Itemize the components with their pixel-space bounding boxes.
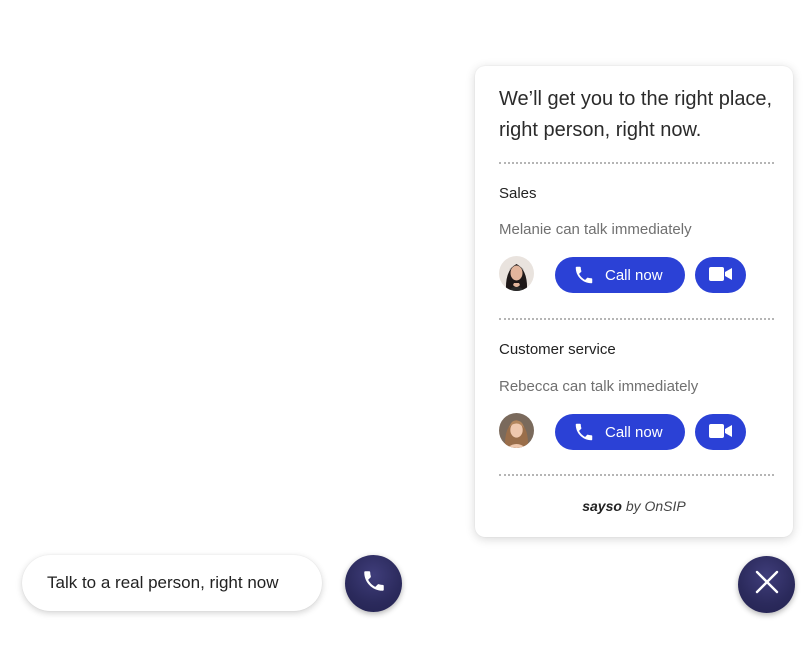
video-call-button-sales[interactable] — [695, 257, 746, 293]
phone-icon — [361, 568, 387, 599]
avatar — [499, 256, 534, 291]
headline-line-1: We’ll get you to the right place, — [499, 88, 773, 110]
close-icon — [754, 569, 780, 600]
stage: We’ll get you to the right place, right p… — [0, 0, 812, 657]
brand-name: sayso — [582, 498, 622, 514]
divider — [499, 162, 774, 164]
call-launcher-button[interactable] — [345, 555, 402, 612]
call-now-button-sales[interactable]: Call now — [555, 257, 685, 293]
phone-icon — [573, 421, 595, 443]
contact-panel: We’ll get you to the right place, right p… — [475, 66, 793, 537]
close-button[interactable] — [738, 556, 795, 613]
phone-icon — [573, 264, 595, 286]
brand-footer: sayso by OnSIP — [475, 498, 793, 514]
video-camera-icon — [708, 266, 733, 285]
divider — [499, 474, 774, 476]
call-now-button-customer-service[interactable]: Call now — [555, 414, 685, 450]
availability-text-customer-service: Rebecca can talk immediately — [499, 378, 699, 395]
brand-byline: by OnSIP — [621, 498, 686, 514]
availability-text-sales: Melanie can talk immediately — [499, 221, 692, 238]
call-now-label: Call now — [605, 266, 663, 284]
headline-line-2: right person, right now. — [499, 119, 702, 141]
department-label-customer-service: Customer service — [499, 341, 616, 358]
video-call-button-customer-service[interactable] — [695, 414, 746, 450]
pill-text: Talk to a real person, right now — [47, 573, 279, 592]
video-camera-icon — [708, 423, 733, 442]
avatar — [499, 413, 534, 448]
panel-headline: We’ll get you to the right place, right p… — [499, 84, 779, 146]
talk-to-person-pill[interactable]: Talk to a real person, right now — [22, 555, 322, 611]
call-now-label: Call now — [605, 423, 663, 441]
department-label-sales: Sales — [499, 185, 537, 202]
divider — [499, 318, 774, 320]
